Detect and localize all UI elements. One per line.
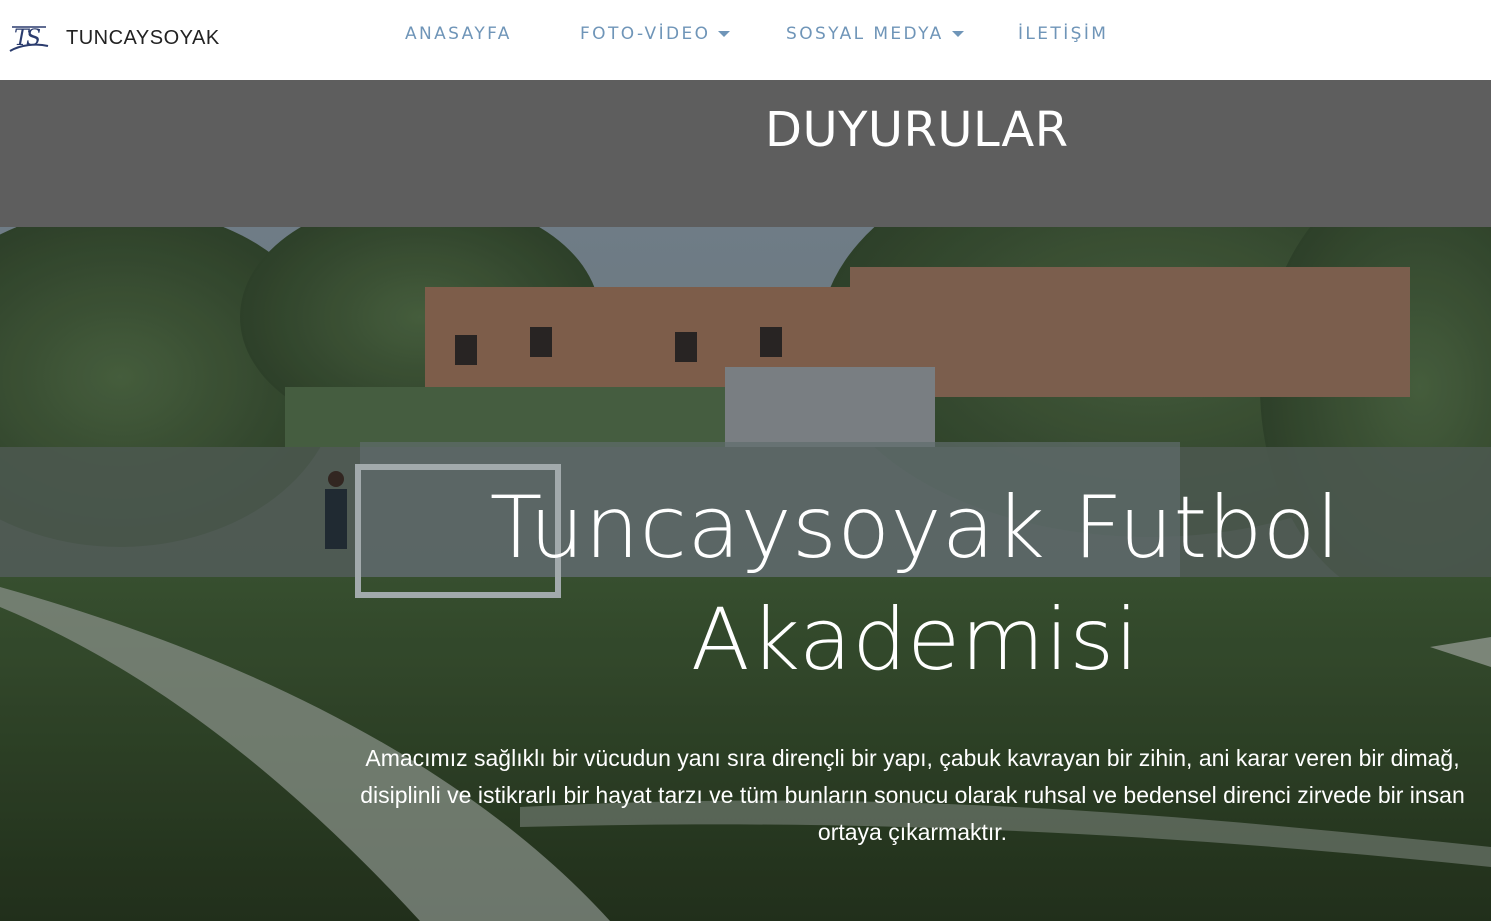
svg-text:S: S — [26, 26, 41, 51]
hero-title: Tuncaysoyak Futbol Akademisi — [489, 478, 1341, 690]
ts-logo-icon: T S — [8, 21, 50, 55]
hero-section: Tuncaysoyak Futbol Akademisi Amacımız sa… — [0, 227, 1491, 921]
brand-name: TUNCAYSOYAK — [66, 26, 220, 49]
nav-item-label: FOTO-VİDEO — [580, 24, 711, 44]
nav-item-anasayfa[interactable]: ANASAYFA — [405, 24, 512, 44]
navbar: T S TUNCAYSOYAK ANASAYFA FOTO-VİDEO SOSY… — [0, 0, 1491, 80]
nav-item-label: SOSYAL MEDYA — [786, 24, 944, 44]
chevron-down-icon — [718, 31, 731, 37]
announcement-banner: DUYURULAR — [0, 80, 1491, 227]
brand-link[interactable]: T S TUNCAYSOYAK — [8, 18, 220, 58]
hero-description: Amacımız sağlıklı bir vücudun yanı sıra … — [360, 745, 1465, 845]
nav-item-iletisim[interactable]: İLETİŞİM — [1018, 24, 1108, 44]
nav-item-sosyal-medya[interactable]: SOSYAL MEDYA — [786, 24, 964, 44]
banner-title: DUYURULAR — [765, 102, 1069, 158]
nav-item-foto-video[interactable]: FOTO-VİDEO — [580, 24, 731, 44]
nav-item-label: İLETİŞİM — [1018, 24, 1109, 44]
chevron-down-icon — [951, 31, 964, 37]
nav-item-label: ANASAYFA — [405, 24, 512, 44]
